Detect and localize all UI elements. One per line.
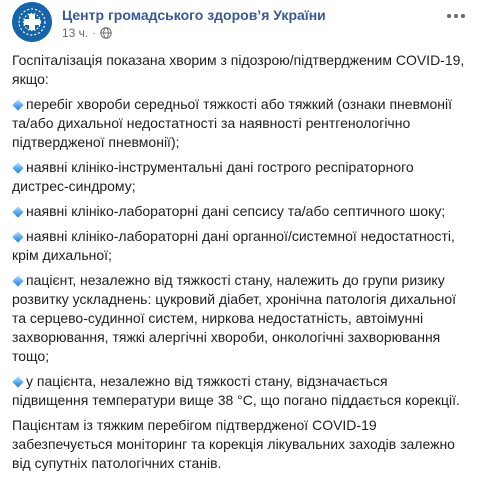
- bullet-text: у пацієнта, незалежно від тяжкості стану…: [12, 373, 460, 408]
- page-name-link[interactable]: Центр громадського здоров’я України: [62, 7, 326, 23]
- bullet-item: у пацієнта, незалежно від тяжкості стану…: [12, 372, 466, 410]
- bullet-text: наявні клініко-лабораторні дані органної…: [12, 228, 455, 263]
- small-blue-diamond-icon: [12, 206, 24, 218]
- post-meta: 13 ч. ·: [62, 26, 112, 40]
- meta-separator: ·: [92, 27, 96, 39]
- bullet-item: пацієнт, незалежно від тяжкості стану, н…: [12, 271, 466, 366]
- small-blue-diamond-icon: [12, 231, 24, 243]
- phc-logo-icon: [12, 2, 52, 42]
- more-options-button[interactable]: [444, 8, 468, 24]
- bullet-text: пацієнт, незалежно від тяжкості стану, н…: [12, 272, 457, 364]
- bullet-text: наявні клініко-інструментальні дані гост…: [12, 159, 414, 194]
- bullet-item: наявні клініко-лабораторні дані органної…: [12, 227, 466, 265]
- small-blue-diamond-icon: [12, 162, 24, 174]
- bullet-text: наявні клініко-лабораторні дані сепсису …: [26, 203, 446, 219]
- post-body: Госпіталізація показана хворим з підозро…: [12, 51, 466, 479]
- more-dot: [454, 14, 458, 18]
- post-outro: Пацієнтам із тяжким перебігом підтвердже…: [12, 417, 455, 471]
- post-intro: Госпіталізація показана хворим з підозро…: [12, 52, 465, 87]
- more-options-icon: [447, 14, 451, 18]
- bullet-item: перебіг хвороби середньої тяжкості або т…: [12, 95, 466, 152]
- post-header: Центр громадського здоров’я України 13 ч…: [12, 2, 468, 48]
- more-dot: [461, 14, 465, 18]
- small-blue-diamond-icon: [12, 275, 24, 287]
- bullet-item: наявні клініко-інструментальні дані гост…: [12, 158, 466, 196]
- post-timestamp[interactable]: 13 ч.: [62, 26, 88, 40]
- bullet-item: наявні клініко-лабораторні дані сепсису …: [12, 202, 466, 221]
- facebook-post: Центр громадського здоров’я України 13 ч…: [0, 0, 480, 477]
- globe-icon[interactable]: [99, 27, 112, 39]
- small-blue-diamond-icon: [12, 99, 24, 111]
- bullet-text: перебіг хвороби середньої тяжкості або т…: [12, 96, 453, 150]
- small-blue-diamond-icon: [12, 376, 24, 388]
- page-avatar[interactable]: [12, 2, 52, 42]
